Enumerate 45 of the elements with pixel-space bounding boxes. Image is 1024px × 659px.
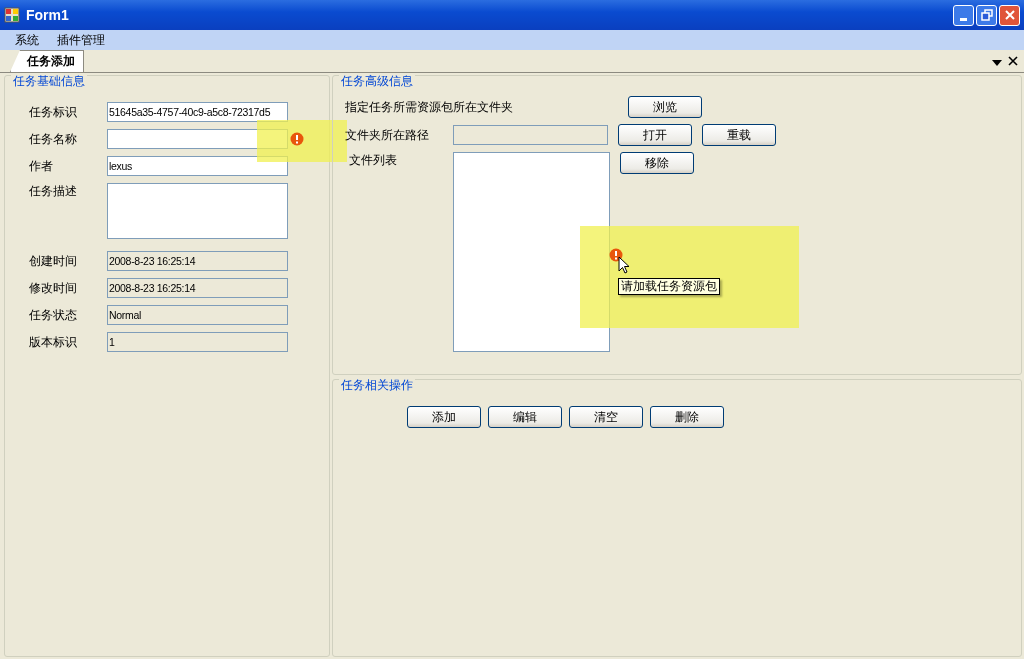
description-field[interactable] [107, 183, 288, 239]
action-button[interactable]: 编辑 [488, 406, 562, 428]
window-title: Form1 [26, 7, 69, 23]
field-label: 修改时间 [29, 279, 78, 297]
menu-item[interactable]: 插件管理 [48, 31, 114, 49]
group-title: 任务相关操作 [339, 378, 415, 392]
path-field[interactable] [453, 125, 608, 145]
action-button[interactable]: 删除 [650, 406, 724, 428]
input-field[interactable]: 2008-8-23 16:25:14 [107, 251, 288, 271]
input-field[interactable]: 1 [107, 332, 288, 352]
field-label: 任务名称 [29, 130, 78, 148]
action-button[interactable]: 清空 [569, 406, 643, 428]
field-label: 任务状态 [29, 306, 78, 324]
action-button[interactable]: 添加 [407, 406, 481, 428]
field-label: 版本标识 [29, 333, 78, 351]
tooltip: 请加载任务资源包 [618, 278, 720, 295]
minimize-icon [960, 17, 967, 21]
close-button[interactable] [999, 4, 1020, 26]
field-label: 指定任务所需资源包所在文件夹 [345, 98, 514, 116]
app-icon [4, 7, 20, 23]
open-button[interactable]: 打开 [618, 124, 692, 146]
remove-button[interactable]: 移除 [620, 152, 694, 174]
reload-button[interactable]: 重载 [702, 124, 776, 146]
group-title: 任务高级信息 [339, 74, 415, 88]
browse-button[interactable]: 浏览 [628, 96, 702, 118]
cursor-icon [618, 256, 630, 274]
input-field[interactable]: 2008-8-23 16:25:14 [107, 278, 288, 298]
group-title: 任务基础信息 [11, 74, 87, 88]
close-icon[interactable] [1008, 56, 1018, 66]
restore-icon [980, 9, 993, 21]
menu-item[interactable]: 系统 [6, 31, 48, 49]
input-field[interactable]: lexus [107, 156, 288, 176]
tab[interactable]: 任务添加 [10, 50, 84, 72]
close-icon [1003, 9, 1016, 21]
dropdown-icon[interactable] [992, 60, 1002, 66]
input-field[interactable]: Normal [107, 305, 288, 325]
input-field[interactable]: 51645a35-4757-40c9-a5c8-72317d5 [107, 102, 288, 122]
field-label: 文件列表 [348, 152, 398, 169]
field-label: 文件夹所在路径 [345, 126, 430, 144]
field-label: 任务描述 [29, 183, 78, 200]
minimize-button[interactable] [953, 4, 974, 26]
field-label: 作者 [29, 157, 54, 175]
field-label: 创建时间 [29, 252, 78, 270]
field-label: 任务标识 [29, 103, 78, 121]
restore-button[interactable] [976, 4, 997, 26]
